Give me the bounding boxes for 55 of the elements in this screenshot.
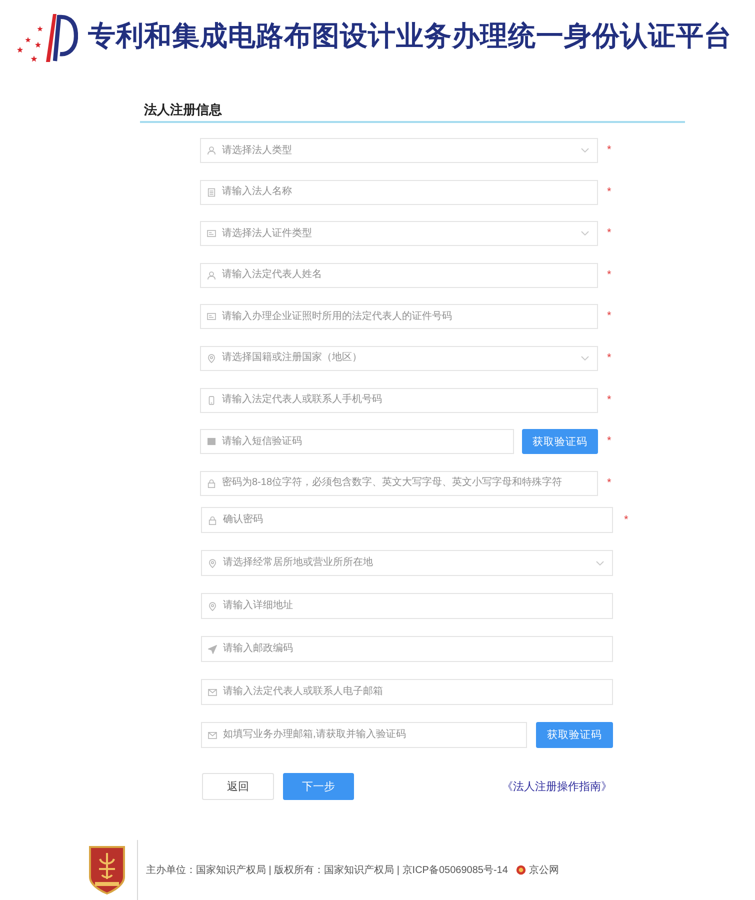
location-pin-icon xyxy=(207,354,216,363)
required-mark: * xyxy=(607,270,612,281)
required-mark: * xyxy=(607,394,612,406)
paper-plane-icon xyxy=(208,644,217,654)
required-mark: * xyxy=(607,436,612,448)
dropdown-field[interactable]: 请选择国籍或注册国家（地区） xyxy=(200,346,598,371)
phone-icon xyxy=(207,396,216,405)
password-field[interactable]: 确认密码 xyxy=(201,507,613,534)
emblem-icon xyxy=(516,864,526,875)
input-field[interactable]: 请输入办理企业证照时所用的法定代表人的证件号码 xyxy=(200,304,598,330)
guide-link[interactable]: 《法人注册操作指南》 xyxy=(502,778,612,794)
dropdown-field[interactable]: 请选择法人类型 xyxy=(200,138,598,163)
lock-icon xyxy=(207,478,216,488)
dropdown-field[interactable]: 请选择法人证件类型 xyxy=(200,221,598,246)
location-pin-icon xyxy=(208,558,217,568)
back-button[interactable]: 返回 xyxy=(202,772,274,800)
platform-title: 专利和集成电路布图设计业务办理统一身份认证平台 xyxy=(88,19,732,53)
envelope-icon xyxy=(208,688,217,697)
next-button[interactable]: 下一步 xyxy=(283,772,354,800)
id-card-icon xyxy=(207,229,216,238)
input-field[interactable]: 请输入法定代表人姓名 xyxy=(200,262,598,288)
shield-logo-icon xyxy=(88,844,126,895)
chevron-down-icon xyxy=(596,560,604,566)
list-icon xyxy=(207,188,216,197)
location-pin-icon xyxy=(208,602,217,611)
required-mark: * xyxy=(624,514,628,526)
input-field[interactable]: 请输入法人名称 xyxy=(200,180,598,205)
chevron-down-icon xyxy=(581,231,589,236)
footer-text: 主办单位：国家知识产权局 | 版权所有：国家知识产权局 | 京ICP备05069085号-14 xyxy=(146,864,508,877)
lock-icon xyxy=(208,516,217,525)
required-mark: * xyxy=(607,145,612,156)
required-mark: * xyxy=(607,228,612,240)
get-code-button[interactable]: 获取验证码 xyxy=(522,429,598,454)
envelope-icon xyxy=(208,730,217,740)
input-field[interactable]: 请输入法定代表人或联系人手机号码 xyxy=(200,388,598,413)
get-code-button[interactable]: 获取验证码 xyxy=(536,722,613,748)
required-mark: * xyxy=(607,352,612,364)
police-record-text: 京公网 xyxy=(528,864,559,877)
section-heading: 法人注册信息 xyxy=(144,102,222,117)
required-mark: * xyxy=(607,311,612,322)
dropdown-field[interactable]: 请选择经常居所地或营业所所在地 xyxy=(201,550,613,576)
required-mark: * xyxy=(607,186,612,198)
id-card-icon xyxy=(207,312,216,322)
user-icon xyxy=(207,270,216,280)
input-field[interactable]: 请输入法定代表人或联系人电子邮箱 xyxy=(201,679,613,706)
code-input-field[interactable]: 请输入短信验证码 xyxy=(200,429,514,454)
required-mark: * xyxy=(607,478,612,489)
chevron-down-icon xyxy=(581,148,589,153)
input-field[interactable]: 请输入邮政编码 xyxy=(201,636,613,662)
code-input-field[interactable]: 如填写业务办理邮箱,请获取并输入验证码 xyxy=(201,722,527,748)
chevron-down-icon xyxy=(581,356,589,361)
password-field[interactable]: 密码为8-18位字符，必须包含数字、英文大写字母、英文小写字母和特殊字符 xyxy=(200,470,598,496)
user-icon xyxy=(207,146,216,155)
square-icon xyxy=(207,437,216,446)
input-field[interactable]: 请输入详细地址 xyxy=(201,593,613,620)
